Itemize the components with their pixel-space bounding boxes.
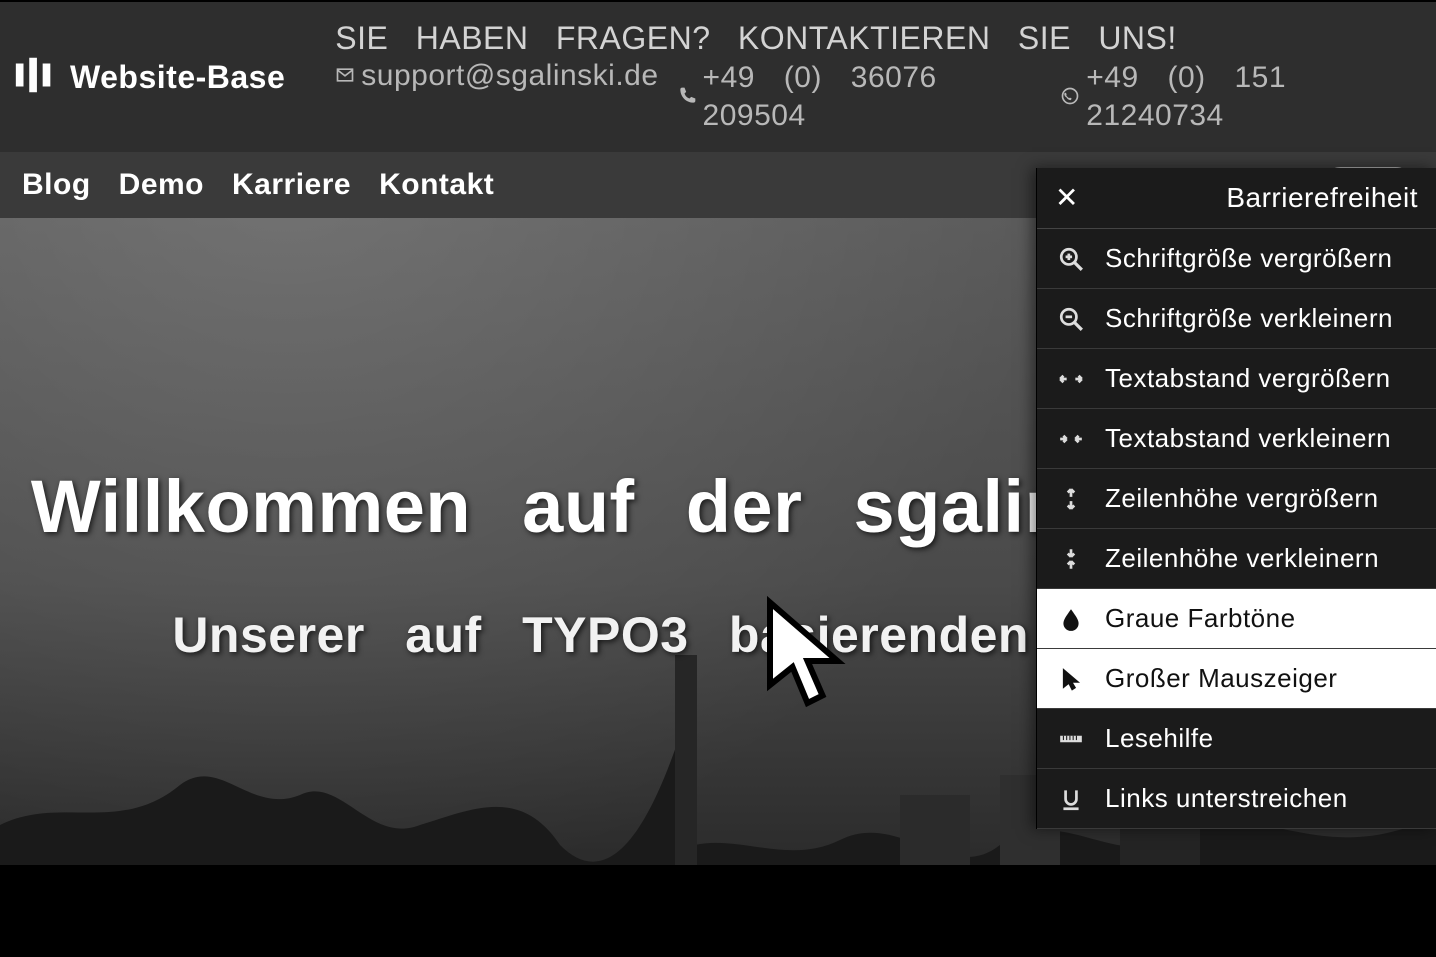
zoom-out-icon: [1055, 306, 1087, 332]
zoom-in-icon: [1055, 246, 1087, 272]
accessibility-option-label: Graue Farbtöne: [1105, 603, 1418, 634]
contact-prompt: SIE HABEN FRAGEN? KONTAKTIEREN SIE UNS!: [335, 20, 1426, 57]
whatsapp-icon: [1060, 78, 1080, 116]
close-icon[interactable]: ✕: [1055, 184, 1079, 212]
accessibility-option-label: Lesehilfe: [1105, 723, 1418, 754]
line-down-icon: [1055, 546, 1087, 572]
nav-item-karriere[interactable]: Karriere: [232, 168, 351, 202]
nav-item-blog[interactable]: Blog: [22, 168, 91, 202]
accessibility-panel-title: Barrierefreiheit: [1079, 182, 1418, 214]
accessibility-option[interactable]: Textabstand verkleinern: [1037, 409, 1436, 469]
ruler-icon: [1055, 726, 1087, 752]
accessibility-option-label: Zeilenhöhe verkleinern: [1105, 543, 1418, 574]
phone-icon: [677, 78, 697, 116]
accessibility-option-label: Textabstand vergrößern: [1105, 363, 1418, 394]
accessibility-option[interactable]: Zeilenhöhe verkleinern: [1037, 529, 1436, 589]
accessibility-option-label: Großer Mauszeiger: [1105, 663, 1418, 694]
logo-icon: [12, 52, 58, 103]
accessibility-option[interactable]: Schriftgröße vergrößern: [1037, 229, 1436, 289]
logo-text: Website-Base: [70, 59, 285, 96]
accessibility-option-label: Links unterstreichen: [1105, 783, 1418, 814]
accessibility-option-label: Zeilenhöhe vergrößern: [1105, 483, 1418, 514]
line-up-icon: [1055, 486, 1087, 512]
contact-phone-text: +49 (0) 36076 209504: [703, 59, 1043, 134]
cursor-icon: [1055, 666, 1087, 692]
bottom-letterbox: [0, 865, 1436, 957]
accessibility-option[interactable]: Graue Farbtöne: [1037, 589, 1436, 649]
contact-whatsapp[interactable]: +49 (0) 151 21240734: [1060, 59, 1426, 134]
accessibility-panel-header: ✕ Barrierefreiheit: [1037, 168, 1436, 229]
droplet-icon: [1055, 606, 1087, 632]
nav-item-demo[interactable]: Demo: [119, 168, 204, 202]
accessibility-option-label: Schriftgröße vergrößern: [1105, 243, 1418, 274]
accessibility-option[interactable]: Lesehilfe: [1037, 709, 1436, 769]
accessibility-panel: ✕ Barrierefreiheit Schriftgröße vergröße…: [1036, 168, 1436, 829]
accessibility-option[interactable]: Großer Mauszeiger: [1037, 649, 1436, 709]
accessibility-option-label: Textabstand verkleinern: [1105, 423, 1418, 454]
contact-whatsapp-text: +49 (0) 151 21240734: [1086, 59, 1426, 134]
accessibility-option-label: Schriftgröße verkleinern: [1105, 303, 1418, 334]
accessibility-options-list: Schriftgröße vergrößern Schriftgröße verk…: [1037, 229, 1436, 829]
accessibility-option[interactable]: Schriftgröße verkleinern: [1037, 289, 1436, 349]
contact-phone[interactable]: +49 (0) 36076 209504: [677, 59, 1043, 134]
accessibility-option[interactable]: Textabstand vergrößern: [1037, 349, 1436, 409]
arrows-in-icon: [1055, 426, 1087, 452]
nav-links: Blog Demo Karriere Kontakt: [22, 168, 494, 202]
contact-block: SIE HABEN FRAGEN? KONTAKTIEREN SIE UNS! …: [335, 20, 1426, 134]
logo[interactable]: Website-Base: [10, 52, 335, 103]
accessibility-option[interactable]: Zeilenhöhe vergrößern: [1037, 469, 1436, 529]
nav-item-kontakt[interactable]: Kontakt: [379, 168, 494, 202]
arrows-out-icon: [1055, 366, 1087, 392]
contact-email[interactable]: support@sgalinski.de: [335, 59, 658, 93]
accessibility-option[interactable]: Links unterstreichen: [1037, 769, 1436, 829]
mail-icon: [335, 59, 355, 93]
contact-email-text: support@sgalinski.de: [361, 59, 658, 93]
top-header: Website-Base SIE HABEN FRAGEN? KONTAKTIE…: [0, 0, 1436, 152]
underline-icon: [1055, 786, 1087, 812]
